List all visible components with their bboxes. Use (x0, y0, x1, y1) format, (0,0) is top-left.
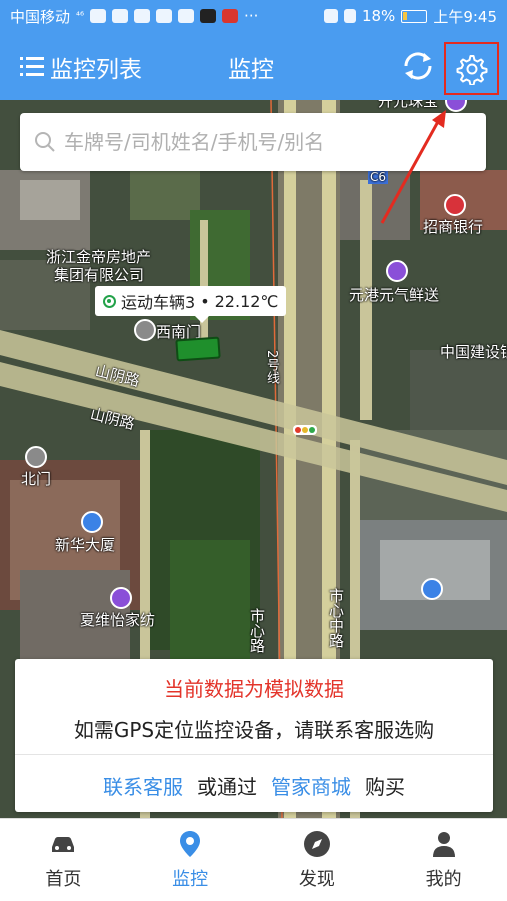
map-label-middle-road: 市心中路 (327, 588, 345, 648)
vehicle-separator: • (200, 291, 210, 311)
mall-link[interactable]: 管家商城 (271, 771, 351, 800)
refresh-button[interactable] (400, 48, 436, 84)
poi-parking-icon[interactable] (421, 578, 443, 600)
car-icon (52, 837, 75, 852)
nav-profile[interactable]: 我的 (380, 819, 507, 901)
wechat-icon (112, 9, 129, 23)
tiktok-icon (200, 9, 217, 23)
status-bar: 中国移动 ⁴⁶ ··· 18% 上午9:45 (0, 0, 507, 32)
map-label-line2: 2号线 (264, 350, 279, 385)
gear-icon (456, 54, 487, 85)
poi-north-gate-icon[interactable] (25, 446, 47, 468)
page-title: 监控 (228, 57, 274, 83)
vehicle-temperature: 22.12℃ (214, 291, 279, 311)
send-icon (156, 9, 173, 23)
monitor-list-button[interactable]: 监控列表 (20, 50, 142, 84)
monitor-list-label: 监控列表 (50, 57, 142, 83)
map-label-xinhua: 新华大厦 (55, 536, 116, 554)
carrier-text: 中国移动 (10, 7, 71, 26)
annotation-arrow (380, 110, 446, 224)
poi-gate-icon[interactable] (134, 319, 156, 341)
or-text: 或通过 (197, 775, 257, 799)
nav-home[interactable]: 首页 (0, 819, 127, 901)
nav-monitor[interactable]: 监控 (127, 819, 254, 901)
clock: 上午9:45 (433, 7, 497, 26)
person-icon (432, 832, 455, 857)
nav-discover[interactable]: 发现 (254, 819, 381, 901)
vehicle-name: 运动车辆3 (121, 293, 196, 312)
nav-profile-label: 我的 (425, 869, 462, 890)
battery-icon (401, 9, 428, 23)
vehicle-marker[interactable] (175, 336, 221, 362)
bottom-nav: 首页 监控 发现 我的 (0, 818, 507, 901)
location-pin-icon (180, 831, 201, 857)
map-label-textile: 夏维怡家纺 (80, 611, 156, 629)
poi-textile-icon[interactable] (110, 587, 132, 609)
nav-monitor-label: 监控 (172, 869, 209, 890)
contact-service-link[interactable]: 联系客服 (103, 771, 183, 800)
list-icon (20, 57, 44, 76)
more-icon: ··· (244, 7, 259, 25)
signal-text: ⁴⁶ (76, 10, 85, 22)
poi-building-icon[interactable] (81, 511, 103, 533)
battery-percent: 18% (361, 7, 396, 25)
compass-icon (303, 831, 330, 857)
app-header: 监控列表 监控 (0, 32, 507, 100)
map-label-ccb: 中国建设银 (440, 343, 507, 361)
search-icon (35, 132, 55, 152)
notice-divider (15, 754, 493, 755)
online-status-icon (103, 294, 116, 308)
map-label-grocery: 元港元气鲜送 (349, 286, 440, 304)
location-icon (178, 9, 195, 23)
map-label-company-2: 集团有限公司 (54, 266, 145, 284)
notice-message: 如需GPS定位监控设备，请联系客服选购 (73, 718, 435, 742)
map-label-shixin-road: 市心路 (248, 608, 266, 653)
app-icon (222, 9, 239, 23)
eye-icon (323, 9, 338, 23)
settings-button[interactable] (444, 42, 499, 95)
gps-icon (343, 9, 356, 23)
map-label-north-gate: 北门 (21, 470, 52, 488)
refresh-icon (404, 52, 432, 80)
vehicle-info-bubble[interactable]: 运动车辆3 • 22.12℃ (95, 286, 287, 323)
shield-icon (134, 9, 151, 23)
buy-text: 购买 (365, 775, 405, 799)
wifi-icon (90, 9, 107, 23)
poi-shop-icon[interactable] (386, 260, 408, 282)
nav-discover-label: 发现 (298, 869, 335, 890)
nav-home-label: 首页 (45, 869, 82, 890)
simulated-data-notice: 当前数据为模拟数据 如需GPS定位监控设备，请联系客服选购 联系客服 或通过 管… (15, 659, 493, 812)
simulated-warning: 当前数据为模拟数据 (164, 677, 344, 701)
